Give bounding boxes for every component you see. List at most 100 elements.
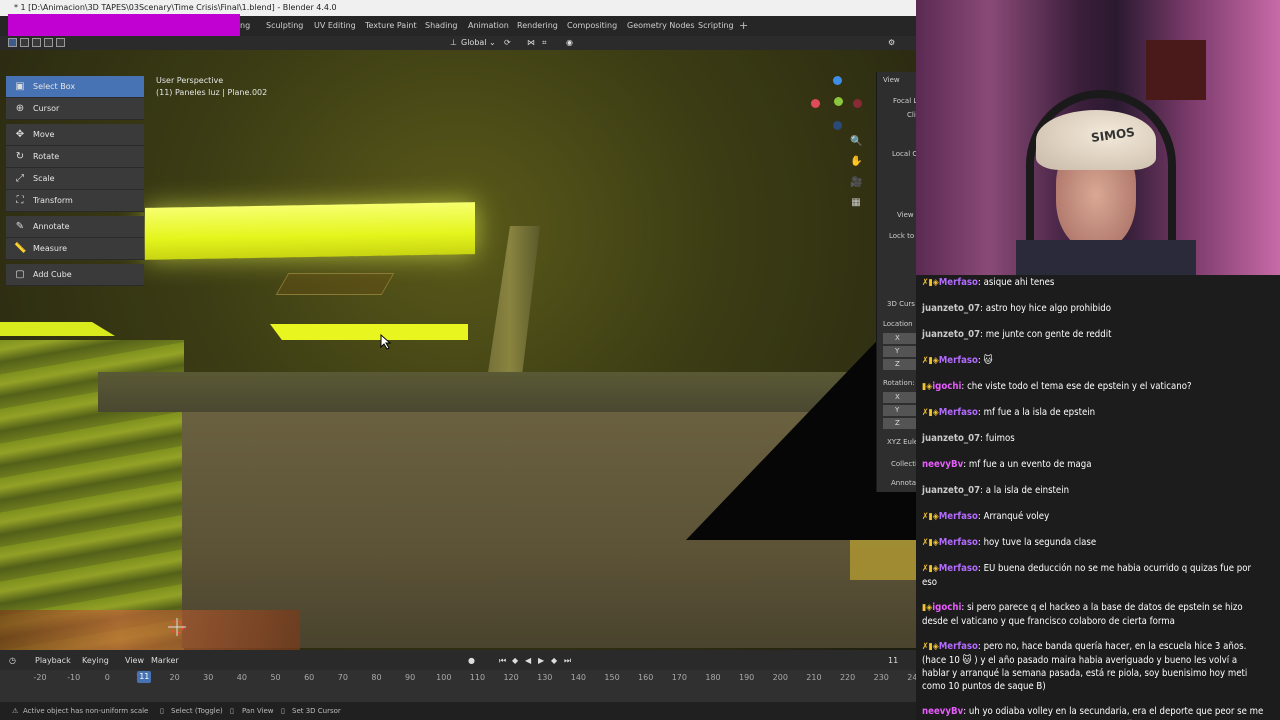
jump-start-icon[interactable]: ⏮: [499, 656, 506, 666]
marker-menu[interactable]: Marker: [151, 656, 179, 665]
chat-username[interactable]: juanzeto_07: [922, 303, 980, 314]
lock-to-label: Lock to: [889, 232, 915, 240]
tab-scripting[interactable]: Scripting: [698, 21, 734, 30]
current-frame-field[interactable]: 11: [888, 656, 898, 665]
chat-username[interactable]: Merfaso: [939, 641, 978, 652]
cursor-rotation-z-field[interactable]: Z: [883, 418, 917, 429]
chat-username[interactable]: igochi: [932, 602, 961, 613]
chat-username[interactable]: Merfaso: [939, 407, 978, 418]
tool-cursor[interactable]: ⊕ Cursor: [6, 98, 144, 120]
record-icon[interactable]: ●: [468, 656, 475, 665]
chat-username[interactable]: Merfaso: [939, 511, 978, 522]
tab-workspace-partial[interactable]: ng: [240, 21, 250, 30]
play-icon[interactable]: ▶: [538, 656, 544, 665]
chat-badges: ✗▮◈: [922, 278, 939, 288]
proportional-edit-icon[interactable]: ◉: [566, 36, 573, 50]
add-workspace-button[interactable]: +: [739, 19, 748, 32]
jump-end-icon[interactable]: ⏭: [564, 656, 571, 666]
camera-icon[interactable]: 🎥: [850, 177, 862, 188]
chat-text: hoy tuve la segunda clase: [983, 537, 1097, 548]
frame-tick: 90: [405, 673, 416, 682]
tool-annotate[interactable]: ✎ Annotate: [6, 216, 144, 238]
cursor-rotation-x-field[interactable]: X: [883, 392, 917, 403]
pivot-point-icon[interactable]: ⟳: [504, 36, 511, 50]
tab-geometry-nodes[interactable]: Geometry Nodes: [627, 21, 694, 30]
chat-message: neevyBv: mf fue a un evento de maga: [916, 458, 1272, 472]
gizmo-y-axis-icon[interactable]: [834, 97, 843, 106]
tool-move[interactable]: ✥ Move: [6, 124, 144, 146]
tab-sculpting[interactable]: Sculpting: [266, 21, 303, 30]
cursor-location-z-field[interactable]: Z: [883, 359, 917, 370]
3d-cursor-header[interactable]: 3D Curs: [887, 300, 915, 308]
rotate-icon: ↻: [15, 151, 25, 162]
grid-view-icon[interactable]: ▦: [850, 197, 862, 208]
keying-menu[interactable]: Keying: [82, 656, 109, 665]
chat-username[interactable]: neevyBv: [922, 706, 963, 717]
gizmo-z-axis-icon[interactable]: [833, 76, 842, 85]
collection-panel-header[interactable]: Collecti: [891, 460, 917, 468]
webcam-overlay: SIMOS: [916, 0, 1280, 275]
snap-icon[interactable]: ⋈: [527, 36, 535, 50]
transform-orientation-dropdown[interactable]: Global: [461, 36, 487, 50]
jump-keyframe-forward-icon[interactable]: ◆: [551, 656, 557, 665]
annotations-panel-header[interactable]: Annotat: [891, 479, 919, 487]
mouse-left-icon: ▯: [160, 707, 164, 715]
cursor-rotation-y-field[interactable]: Y: [883, 405, 917, 416]
counter-top: [98, 372, 916, 412]
timeline-ruler[interactable]: -20-100102030405060708090100110120130140…: [0, 670, 923, 702]
chat-text: che viste todo el tema ese de epstein y …: [967, 381, 1192, 392]
chat-username[interactable]: Merfaso: [939, 277, 978, 288]
chat-username[interactable]: juanzeto_07: [922, 485, 980, 496]
status-cursor: Set 3D Cursor: [292, 707, 341, 715]
view-lock-header[interactable]: View: [897, 211, 914, 219]
tool-transform[interactable]: ⛶ Transform: [6, 190, 144, 212]
jump-keyframe-back-icon[interactable]: ◆: [512, 656, 518, 665]
view-panel-header[interactable]: View: [883, 76, 900, 84]
frame-playhead[interactable]: 11: [137, 671, 152, 683]
cursor-location-x-field[interactable]: X: [883, 333, 917, 344]
cursor-location-y-field[interactable]: Y: [883, 346, 917, 357]
tool-add-cube[interactable]: ▢ Add Cube: [6, 264, 144, 286]
visibility-icon[interactable]: ⚙: [888, 36, 895, 50]
right-glow: [850, 540, 916, 580]
chat-username[interactable]: igochi: [932, 381, 961, 392]
select-mode-new-icon[interactable]: [8, 38, 17, 47]
chat-username[interactable]: juanzeto_07: [922, 433, 980, 444]
select-mode-intersect-icon[interactable]: [56, 38, 65, 47]
chat-username[interactable]: neevyBv: [922, 459, 963, 470]
tab-shading[interactable]: Shading: [425, 21, 458, 30]
chat-username[interactable]: Merfaso: [939, 537, 978, 548]
tab-compositing[interactable]: Compositing: [567, 21, 617, 30]
tool-measure[interactable]: 📏 Measure: [6, 238, 144, 260]
gizmo-neg-x-icon[interactable]: [853, 99, 862, 108]
tab-texture-paint[interactable]: Texture Paint: [365, 21, 417, 30]
ceiling-plane-outline: [275, 273, 395, 295]
play-reverse-icon[interactable]: ◀: [525, 656, 531, 665]
tool-select-box[interactable]: ▣ Select Box: [6, 76, 144, 98]
pan-hand-icon[interactable]: ✋: [850, 156, 862, 167]
playback-menu[interactable]: Playback: [35, 656, 71, 665]
chat-message: juanzeto_07: fuimos: [916, 432, 1272, 446]
select-mode-subtract-icon[interactable]: [32, 38, 41, 47]
gizmo-neg-z-icon[interactable]: [833, 121, 842, 130]
snap-target-icon[interactable]: ⌗: [542, 36, 547, 50]
tool-scale[interactable]: ⤢ Scale: [6, 168, 144, 190]
timeline-header: ◷ Playback Keying View Marker ● ⏮ ◆ ◀ ▶ …: [0, 650, 916, 670]
chat-username[interactable]: Merfaso: [939, 355, 978, 366]
editor-type-icon[interactable]: ◷: [9, 656, 16, 665]
zoom-icon[interactable]: 🔍: [850, 136, 862, 147]
rotation-mode-dropdown[interactable]: XYZ Eule: [887, 438, 918, 446]
select-mode-extend-icon[interactable]: [20, 38, 29, 47]
frame-tick: 120: [503, 673, 519, 682]
chat-username[interactable]: juanzeto_07: [922, 329, 980, 340]
tool-rotate[interactable]: ↻ Rotate: [6, 146, 144, 168]
chat-badges: ✗▮◈: [922, 538, 939, 548]
gizmo-x-axis-icon[interactable]: [811, 99, 820, 108]
view-menu[interactable]: View: [125, 656, 144, 665]
chat-username[interactable]: Merfaso: [939, 563, 978, 574]
tab-rendering[interactable]: Rendering: [517, 21, 558, 30]
select-mode-invert-icon[interactable]: [44, 38, 53, 47]
chat-badges: ▮◈: [922, 382, 933, 392]
tab-animation[interactable]: Animation: [468, 21, 509, 30]
tab-uv-editing[interactable]: UV Editing: [314, 21, 356, 30]
